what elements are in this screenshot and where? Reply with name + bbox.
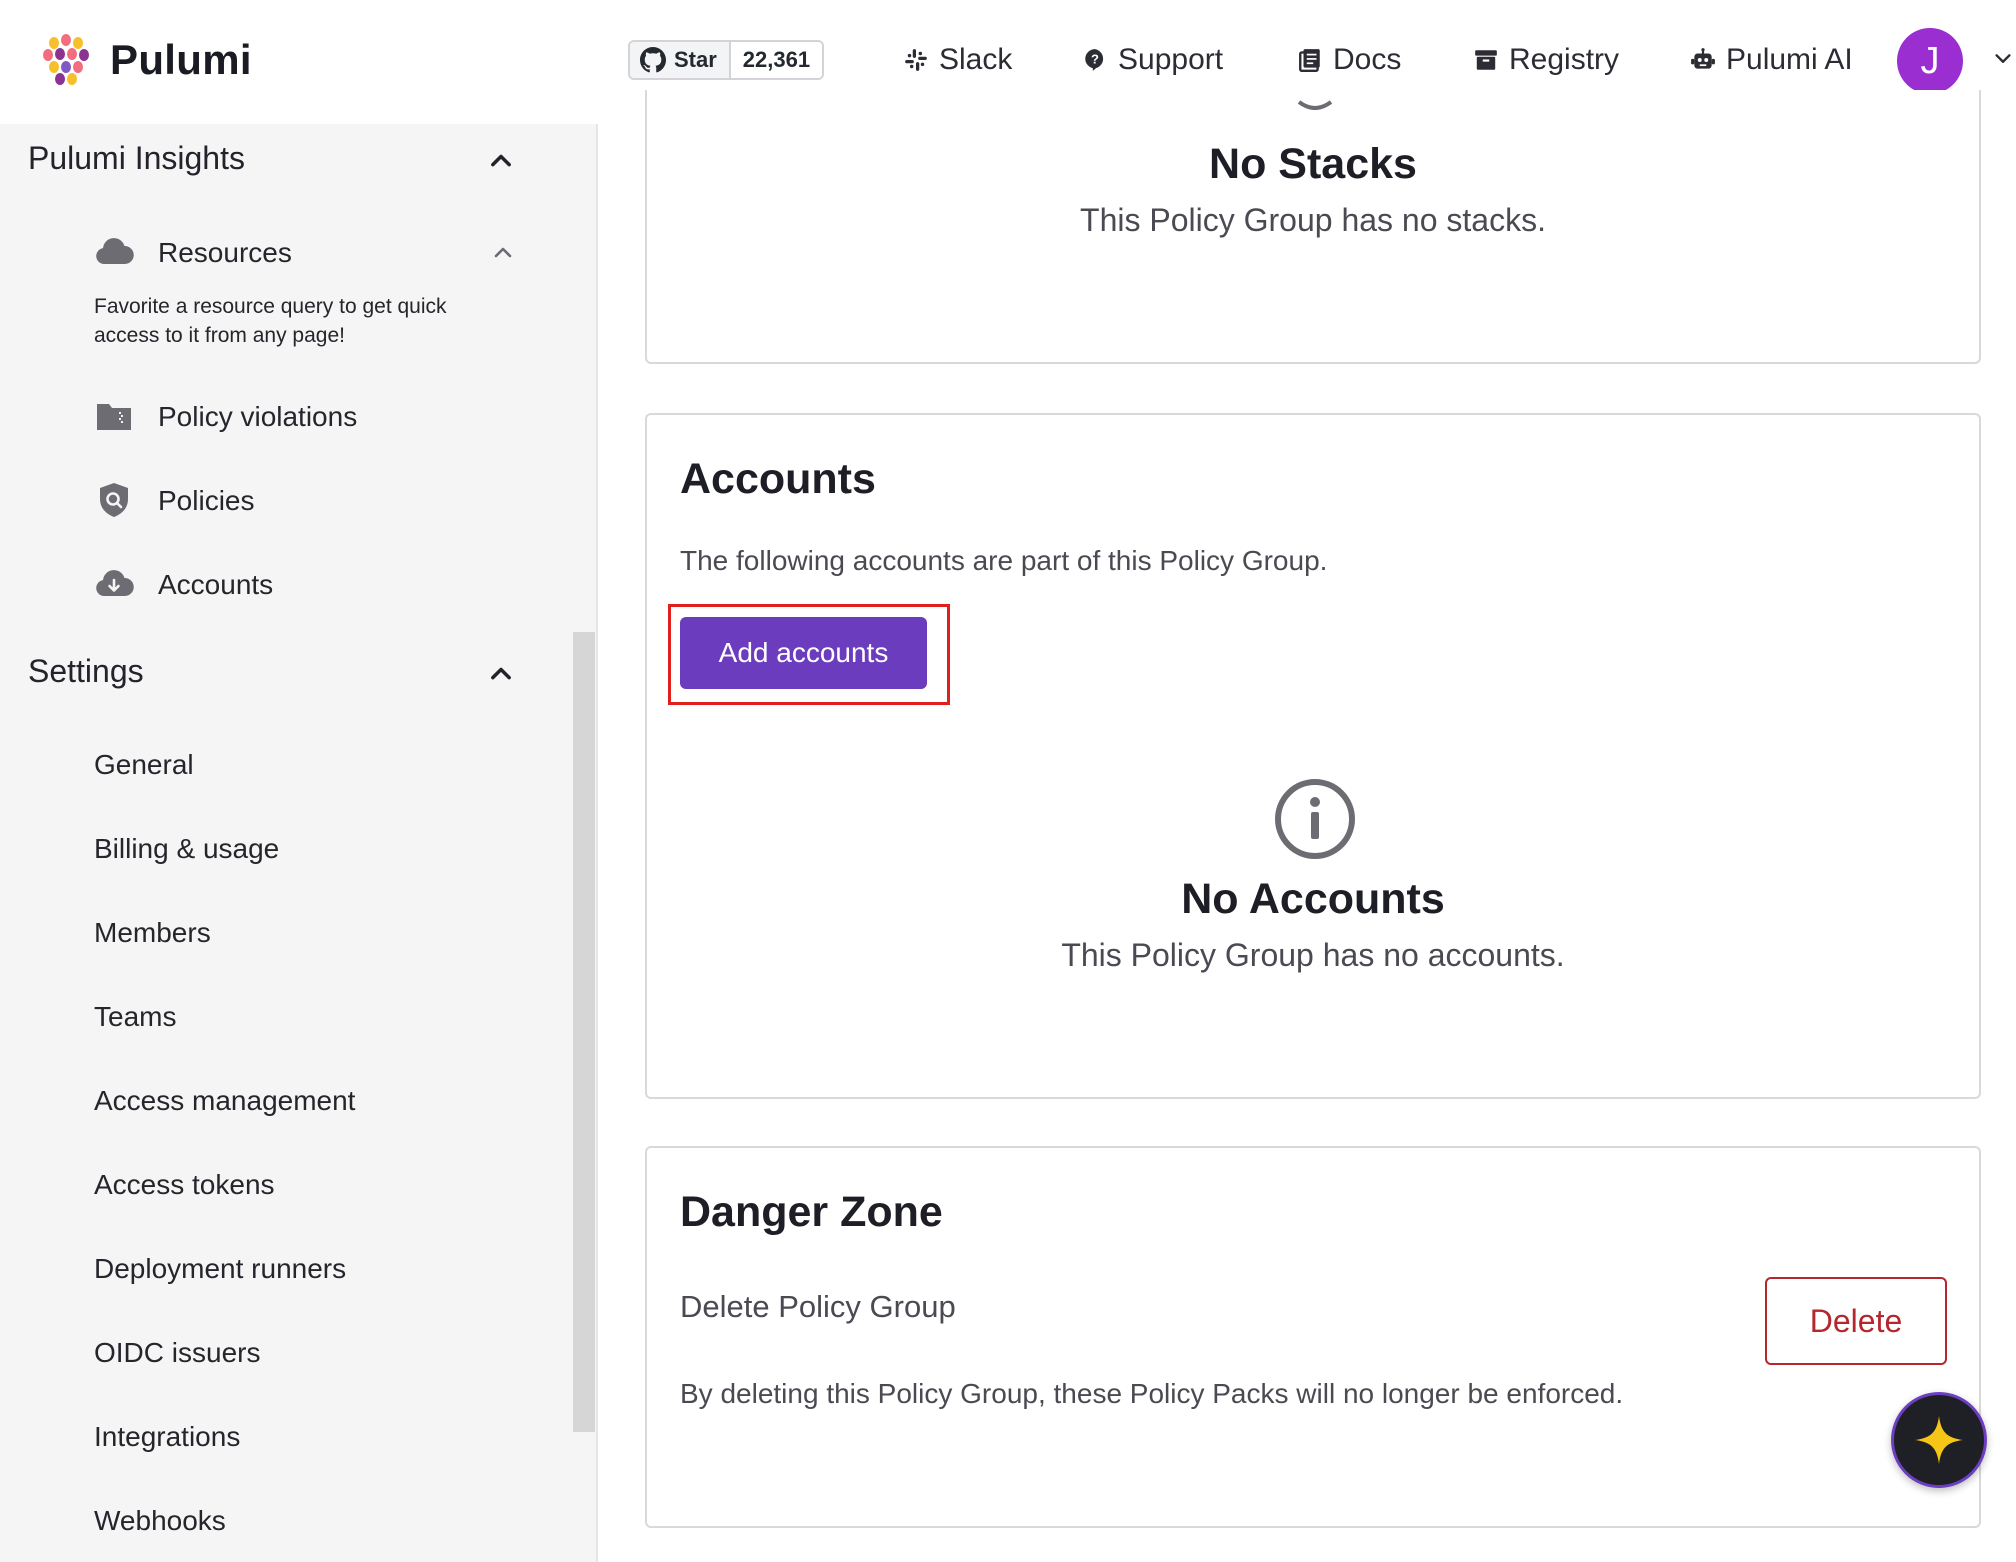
nav-support[interactable]: ? Support — [1082, 36, 1223, 84]
brand-name: Pulumi — [110, 36, 252, 83]
sidebar-section-settings[interactable]: Settings — [28, 653, 144, 690]
sidebar-item-policy-violations[interactable]: Policy violations — [158, 394, 357, 440]
sidebar-item-accounts[interactable]: Accounts — [158, 562, 273, 608]
support-icon: ? — [1085, 49, 1104, 71]
delete-button[interactable]: Delete — [1765, 1277, 1947, 1365]
cloud-icon — [96, 238, 134, 264]
sidebar-item-webhooks[interactable]: Webhooks — [94, 1498, 226, 1544]
sidebar-scrollbar[interactable] — [573, 632, 595, 1432]
sidebar-item-deployment-runners[interactable]: Deployment runners — [94, 1246, 346, 1292]
sidebar-item-resources[interactable]: Resources — [158, 230, 292, 276]
sparkle-icon — [1915, 1416, 1963, 1464]
registry-icon — [1475, 50, 1497, 70]
no-accounts-subtitle: This Policy Group has no accounts. — [1061, 937, 1565, 973]
nav-docs[interactable]: Docs — [1297, 36, 1401, 84]
chevron-up-icon[interactable] — [487, 146, 515, 174]
nav-pulumi-ai[interactable]: Pulumi AI — [1690, 36, 1853, 84]
github-star-label: Star — [674, 47, 717, 72]
stacks-card: No Stacks This Policy Group has no stack… — [645, 90, 1981, 364]
no-accounts-title: No Accounts — [1181, 875, 1445, 923]
nav-pulumi-ai-label: Pulumi AI — [1726, 43, 1853, 76]
sidebar-item-access-tokens[interactable]: Access tokens — [94, 1162, 275, 1208]
nav-slack[interactable]: Slack — [903, 36, 1012, 84]
info-icon — [1297, 100, 1333, 110]
sidebar-section-insights[interactable]: Pulumi Insights — [28, 140, 245, 177]
pulumi-logo-icon — [43, 34, 89, 85]
sidebar-item-teams[interactable]: Teams — [94, 994, 176, 1040]
accounts-description: The following accounts are part of this … — [680, 545, 1328, 576]
github-star-count[interactable]: 22,361 — [730, 42, 823, 78]
accounts-card: Accounts The following accounts are part… — [645, 413, 1981, 1099]
no-stacks-title: No Stacks — [1209, 140, 1417, 188]
sidebar: Pulumi Insights Resources Favorite a res… — [0, 124, 598, 1562]
danger-zone-description: By deleting this Policy Group, these Pol… — [680, 1378, 1624, 1409]
nav-docs-label: Docs — [1333, 43, 1402, 76]
danger-zone-title: Danger Zone — [680, 1188, 943, 1236]
sidebar-item-oidc-issuers[interactable]: OIDC issuers — [94, 1330, 260, 1376]
ai-assistant-button[interactable] — [1891, 1392, 1987, 1488]
nav-registry[interactable]: Registry — [1473, 36, 1619, 84]
cloud-download-icon — [96, 570, 134, 596]
pulumi-logo[interactable]: Pulumi — [40, 32, 252, 88]
docs-icon — [1299, 49, 1320, 73]
nav-support-label: Support — [1118, 43, 1224, 76]
github-icon — [640, 47, 666, 73]
resources-help-text: Favorite a resource query to get quick a… — [94, 295, 447, 347]
accounts-title: Accounts — [680, 455, 876, 503]
chevron-up-icon[interactable] — [487, 659, 515, 687]
chevron-up-icon[interactable] — [491, 240, 515, 264]
sidebar-item-general[interactable]: General — [94, 742, 194, 788]
slack-icon — [905, 49, 927, 71]
delete-policy-group-label: Delete Policy Group — [680, 1289, 956, 1324]
info-icon — [1275, 779, 1355, 859]
sidebar-item-members[interactable]: Members — [94, 910, 211, 956]
github-star-widget[interactable]: Star 22,361 — [628, 40, 825, 80]
robot-icon — [1691, 48, 1715, 69]
shield-icon — [100, 483, 128, 517]
danger-zone-card: Danger Zone Delete Policy Group Delete B… — [645, 1146, 1981, 1528]
chevron-down-icon[interactable] — [1992, 48, 2014, 70]
user-avatar[interactable]: J — [1897, 28, 1963, 94]
nav-slack-label: Slack — [939, 43, 1013, 76]
github-star-button[interactable]: Star — [630, 42, 731, 78]
sidebar-item-integrations[interactable]: Integrations — [94, 1414, 240, 1460]
sidebar-item-billing-usage[interactable]: Billing & usage — [94, 826, 279, 872]
add-accounts-button[interactable]: Add accounts — [680, 617, 927, 689]
folder-icon — [97, 404, 131, 430]
nav-registry-label: Registry — [1509, 43, 1620, 76]
sidebar-item-policies[interactable]: Policies — [158, 478, 254, 524]
no-stacks-subtitle: This Policy Group has no stacks. — [1080, 202, 1546, 238]
svg-text:?: ? — [1091, 51, 1099, 66]
sidebar-item-access-management[interactable]: Access management — [94, 1078, 355, 1124]
